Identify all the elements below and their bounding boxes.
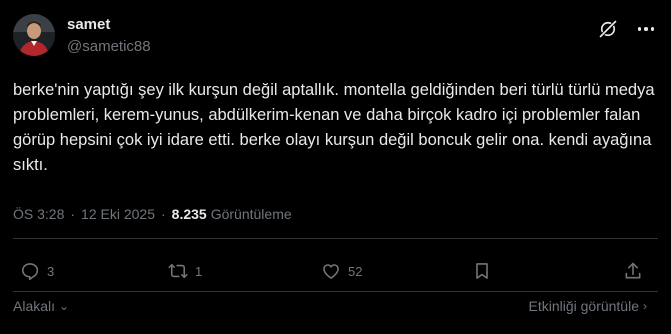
more-icon (637, 27, 642, 31)
like-button[interactable]: 52 (321, 260, 362, 282)
meta-separator-2: · (161, 206, 166, 222)
avatar[interactable] (13, 14, 55, 56)
divider-bottom (13, 291, 658, 292)
tweet-meta: ÖS 3:28 · 12 Eki 2025 · 8.235 Görüntülem… (13, 206, 292, 222)
tweet-date[interactable]: 12 Eki 2025 (81, 206, 155, 222)
share-icon (625, 262, 641, 279)
view-activity-link[interactable]: Etkinliği görüntüle › (528, 298, 647, 314)
grok-button[interactable] (595, 16, 621, 42)
bookmark-button[interactable] (472, 260, 492, 282)
tweet-time[interactable]: ÖS 3:28 (13, 206, 64, 222)
divider-top (13, 238, 658, 239)
retweet-icon (168, 263, 188, 279)
retweet-button[interactable]: 1 (168, 260, 202, 282)
like-count: 52 (348, 263, 363, 279)
reply-icon (21, 263, 39, 281)
grok-icon (599, 20, 617, 38)
retweet-count: 1 (195, 263, 203, 279)
avatar-image (13, 14, 55, 56)
author-handle[interactable]: @sametic88 (67, 38, 151, 55)
reply-button[interactable]: 3 (20, 260, 54, 282)
chevron-down-icon: ⌄ (59, 299, 70, 313)
tweet-text: berke'nin yaptığı şey ilk kurşun değil a… (13, 81, 660, 174)
related-dropdown[interactable]: Alakalı ⌄ (13, 298, 69, 314)
heart-icon (323, 264, 339, 279)
share-button[interactable] (623, 260, 643, 282)
related-label: Alakalı (13, 298, 56, 314)
bookmark-icon (476, 263, 488, 279)
more-options-button[interactable] (633, 16, 659, 42)
views-label: Görüntüleme (210, 206, 292, 222)
reply-count: 3 (47, 263, 55, 279)
chevron-right-icon: › (643, 299, 647, 313)
activity-label: Etkinliği görüntüle (528, 298, 639, 314)
author-name[interactable]: samet (67, 16, 110, 33)
meta-separator: · (70, 206, 76, 222)
views-count: 8.235 (171, 206, 207, 222)
